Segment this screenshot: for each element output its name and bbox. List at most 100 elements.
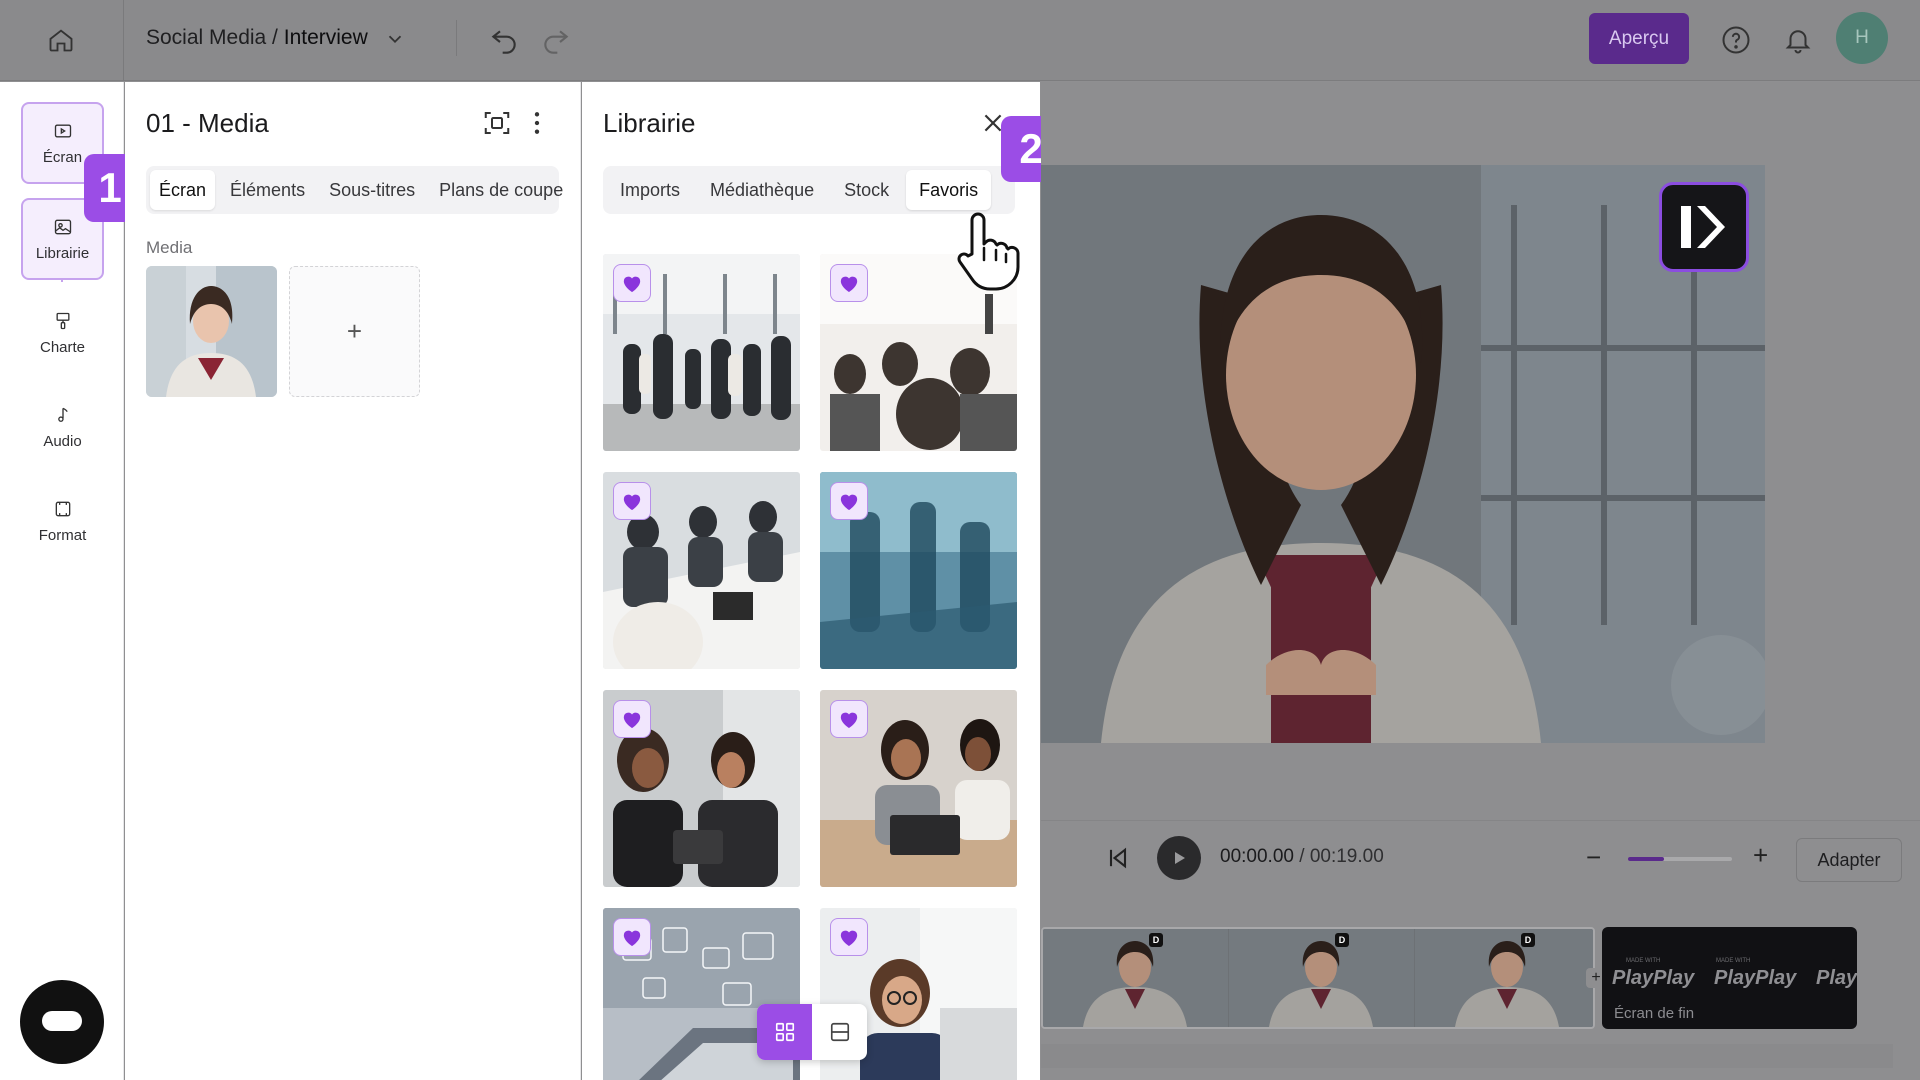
end-card-tagline: MADE WITH xyxy=(1716,958,1751,964)
timeline-frame: D xyxy=(1043,929,1229,1027)
favorite-toggle[interactable] xyxy=(613,482,651,520)
media-section-label: Media xyxy=(146,238,193,257)
end-card-clip[interactable]: MADE WITH PlayPlay MADE WITH PlayPlay Pl… xyxy=(1602,927,1857,1029)
tab-favoris[interactable]: Favoris xyxy=(906,170,992,210)
apercu-button[interactable]: Aperçu xyxy=(1589,13,1689,64)
list-view-button[interactable] xyxy=(812,1004,867,1060)
play-button[interactable] xyxy=(1157,836,1201,880)
interview-thumbnail-image xyxy=(146,266,277,397)
more-options-button[interactable] xyxy=(531,110,543,141)
timeline-clip[interactable]: D D D xyxy=(1041,927,1595,1029)
divider xyxy=(456,20,457,56)
tab-imports[interactable]: Imports xyxy=(607,170,693,210)
skip-back-icon xyxy=(1109,847,1127,869)
chat-support-button[interactable] xyxy=(20,980,104,1064)
heart-icon xyxy=(840,276,858,293)
favorite-toggle[interactable] xyxy=(830,482,868,520)
brush-icon xyxy=(56,312,69,329)
video-preview[interactable] xyxy=(1041,165,1765,743)
favorite-tile[interactable] xyxy=(603,690,800,887)
notifications-button[interactable] xyxy=(1782,24,1814,56)
favorite-toggle[interactable] xyxy=(830,700,868,738)
media-tabs: Écran Éléments Sous-titres Plans de coup… xyxy=(146,166,563,214)
rail-item-label: Librairie xyxy=(35,244,90,262)
grid-view-button[interactable] xyxy=(757,1004,812,1060)
brand-logo[interactable] xyxy=(1659,182,1749,272)
favorite-tile[interactable] xyxy=(820,472,1017,669)
playplay-logo-icon xyxy=(1681,206,1725,248)
media-panel-title: 01 - Media xyxy=(146,108,269,138)
rows-icon xyxy=(830,1022,849,1042)
format-icon xyxy=(55,501,70,516)
help-icon xyxy=(1722,26,1750,54)
favorite-tile[interactable] xyxy=(820,690,1017,887)
clip-frame-image xyxy=(1043,929,1228,1027)
heart-icon xyxy=(840,494,858,511)
logo-marker-icon: D xyxy=(1335,933,1349,947)
rail-item-charte[interactable]: Charte xyxy=(21,292,104,374)
breadcrumb-parent: Social Media / xyxy=(146,26,284,49)
rail-item-format[interactable]: Format xyxy=(21,480,104,562)
timeline-frame: D xyxy=(1229,929,1415,1027)
interview-video-frame xyxy=(1041,165,1765,743)
favorite-tile[interactable] xyxy=(603,472,800,669)
screen-icon xyxy=(54,124,71,137)
favorite-tile[interactable] xyxy=(603,254,800,451)
logo-marker-icon: D xyxy=(1149,933,1163,947)
logo-marker-icon: D xyxy=(1521,933,1535,947)
zoom-out-button[interactable]: − xyxy=(1586,842,1601,873)
media-thumbnail[interactable] xyxy=(146,266,277,397)
timeline-scrollbar[interactable] xyxy=(1041,1044,1893,1068)
tab-sous-titres[interactable]: Sous-titres xyxy=(320,170,424,210)
project-dropdown[interactable] xyxy=(384,28,406,55)
end-card-tagline: MADE WITH xyxy=(1626,958,1661,964)
help-button[interactable] xyxy=(1720,24,1752,56)
tab-plans-de-coupe[interactable]: Plans de coupe xyxy=(430,170,572,210)
redo-icon xyxy=(544,30,569,54)
breadcrumb[interactable]: Social Media / Interview xyxy=(146,26,368,50)
focus-frame-icon xyxy=(484,112,510,134)
heart-icon xyxy=(840,930,858,947)
media-panel: 01 - Media Écran Éléments Sous-titres Pl… xyxy=(125,82,581,1080)
favorite-toggle[interactable] xyxy=(830,264,868,302)
favorite-toggle[interactable] xyxy=(613,918,651,956)
clip-frame-image xyxy=(1415,929,1593,1027)
library-tabs: Imports Médiathèque Stock Favoris xyxy=(603,166,1015,214)
play-icon xyxy=(1175,852,1185,864)
zoom-slider-fill xyxy=(1628,857,1665,861)
heart-icon xyxy=(623,930,641,947)
adapter-button[interactable]: Adapter xyxy=(1796,838,1902,882)
undo-button[interactable] xyxy=(488,22,520,59)
tab-mediatheque[interactable]: Médiathèque xyxy=(697,170,827,210)
favorite-toggle[interactable] xyxy=(613,264,651,302)
music-note-icon xyxy=(57,407,68,422)
view-toggle xyxy=(757,1004,867,1060)
chevron-down-icon xyxy=(388,35,402,44)
home-icon xyxy=(49,29,73,52)
tab-elements[interactable]: Éléments xyxy=(221,170,314,210)
skip-to-start-button[interactable] xyxy=(1104,844,1132,877)
time-separator: / xyxy=(1293,846,1310,867)
redo-button[interactable] xyxy=(540,22,572,59)
rail-item-audio[interactable]: Audio xyxy=(21,386,104,468)
heart-icon xyxy=(623,712,641,729)
favorite-toggle[interactable] xyxy=(830,918,868,956)
zoom-in-button[interactable]: + xyxy=(1753,840,1768,871)
user-avatar[interactable]: H xyxy=(1836,12,1888,64)
divider xyxy=(123,0,124,81)
home-button[interactable] xyxy=(36,20,86,60)
timecode: 00:00.00 / 00:19.00 xyxy=(1220,846,1384,868)
breadcrumb-current: Interview xyxy=(283,26,368,49)
left-rail: Écran Librairie Charte Audio Format xyxy=(0,82,124,1080)
favorite-toggle[interactable] xyxy=(613,700,651,738)
heart-icon xyxy=(840,712,858,729)
tab-stock[interactable]: Stock xyxy=(831,170,902,210)
focus-button[interactable] xyxy=(482,108,512,143)
top-bar: Social Media / Interview Aperçu H xyxy=(0,0,1920,81)
tab-ecran[interactable]: Écran xyxy=(150,170,216,210)
end-card-brand: PlayPlay xyxy=(1612,967,1695,989)
rail-item-label: Écran xyxy=(42,148,83,166)
zoom-slider[interactable] xyxy=(1628,857,1732,861)
add-media-button[interactable]: + xyxy=(289,266,420,397)
end-card-label: Écran de fin xyxy=(1614,1005,1695,1022)
